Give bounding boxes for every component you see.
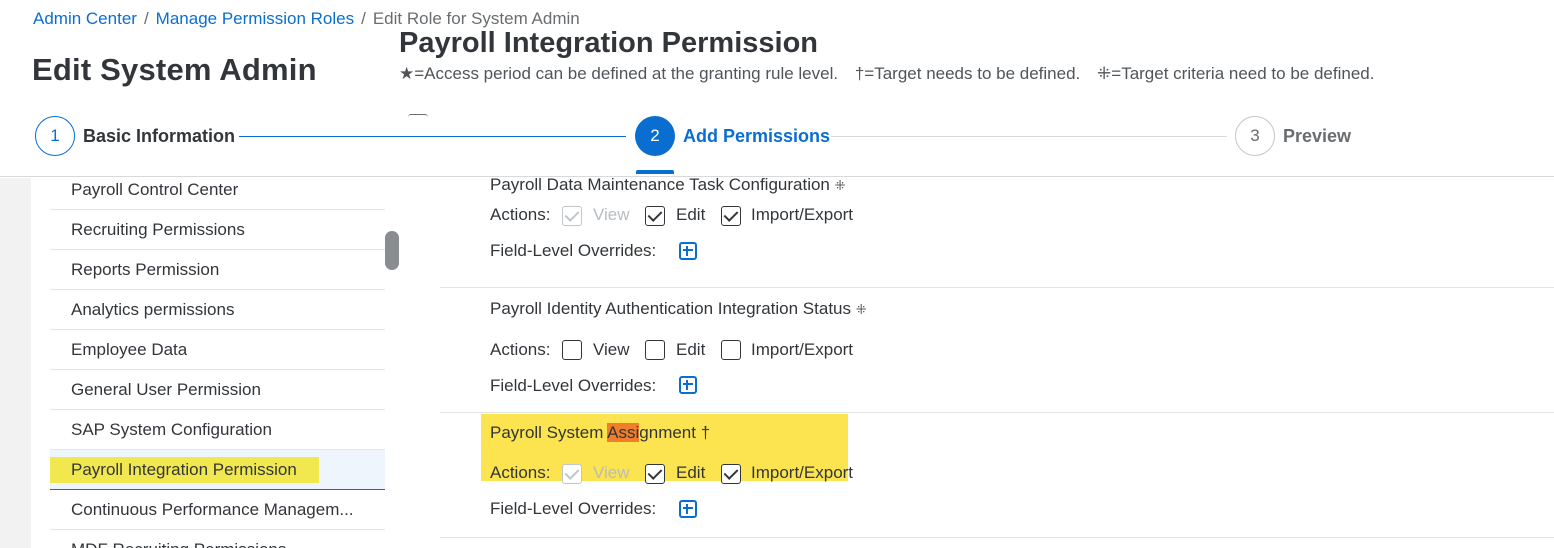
- permission-section-title: Payroll Integration Permission: [399, 27, 818, 59]
- sidebar-item-label: Employee Data: [71, 339, 188, 359]
- import-export-label: Import/Export: [751, 205, 854, 224]
- page-title: Edit System Admin: [32, 52, 317, 87]
- edit-label: Edit: [676, 463, 706, 482]
- legend-target-criteria: ⁜=Target criteria need to be defined.: [1097, 64, 1375, 83]
- permission-category-list: Payroll Control Center Recruiting Permis…: [50, 170, 385, 548]
- sidebar-item-label: Recruiting Permissions: [71, 219, 245, 239]
- permission-list: Payroll Data Maintenance Task Configurat…: [440, 178, 1554, 548]
- sidebar-item-label: Reports Permission: [71, 259, 220, 279]
- edit-checkbox[interactable]: [645, 206, 665, 226]
- permission-name: Payroll Data Maintenance Task Configurat…: [490, 178, 846, 194]
- add-override-button[interactable]: [679, 242, 697, 260]
- field-level-overrides-label: Field-Level Overrides:: [490, 241, 657, 260]
- breadcrumb-admin-center-link[interactable]: Admin Center: [33, 9, 137, 29]
- edit-label: Edit: [676, 205, 706, 224]
- sidebar-item-payroll-integration-permission[interactable]: Payroll Integration Permission: [50, 450, 385, 490]
- breadcrumb-current: Edit Role for System Admin: [372, 9, 580, 28]
- sidebar-item-general-user-permission[interactable]: General User Permission: [50, 370, 385, 410]
- sidebar-item-recruiting-permissions[interactable]: Recruiting Permissions: [50, 210, 385, 250]
- import-export-label: Import/Export: [751, 463, 854, 482]
- sidebar-item-employee-data[interactable]: Employee Data: [50, 330, 385, 370]
- view-checkbox[interactable]: [562, 206, 582, 226]
- view-label: View: [593, 340, 630, 359]
- sidebar-item-continuous-performance[interactable]: Continuous Performance Managem...: [50, 490, 385, 530]
- step-connector-1: [239, 136, 626, 137]
- breadcrumb-manage-permission-roles-link[interactable]: Manage Permission Roles: [156, 9, 354, 29]
- sidebar-item-label: Continuous Performance Managem...: [71, 499, 354, 519]
- sidebar-item-label: Payroll Control Center: [71, 179, 239, 199]
- permission-row: Payroll Data Maintenance Task Configurat…: [440, 178, 1554, 288]
- sidebar-item-label: SAP System Configuration: [71, 419, 272, 439]
- permission-row: Payroll System Assignment † Actions: Vie…: [440, 413, 1554, 538]
- permission-name: Payroll Identity Authentication Integrat…: [490, 299, 867, 318]
- sidebar-item-sap-system-configuration[interactable]: SAP System Configuration: [50, 410, 385, 450]
- legend-access-period: ★=Access period can be defined at the gr…: [399, 64, 839, 83]
- sidebar-item-payroll-control-center[interactable]: Payroll Control Center: [50, 170, 385, 210]
- sidebar-item-label: MDF Recruiting Permissions: [71, 540, 286, 548]
- search-match-highlight: Assi: [607, 423, 640, 442]
- actions-label: Actions:: [490, 205, 551, 224]
- step-1-label[interactable]: Basic Information: [83, 126, 235, 147]
- sidebar-item-mdf-recruiting-permissions[interactable]: MDF Recruiting Permissions: [50, 530, 385, 548]
- breadcrumb: Admin Center / Manage Permission Roles /…: [33, 9, 580, 29]
- actions-label: Actions:: [490, 340, 551, 359]
- import-export-checkbox[interactable]: [721, 464, 741, 484]
- view-label: View: [593, 463, 630, 482]
- import-export-checkbox[interactable]: [721, 206, 741, 226]
- left-gutter: [0, 178, 31, 548]
- field-level-overrides-label: Field-Level Overrides:: [490, 376, 657, 395]
- view-checkbox[interactable]: [562, 340, 582, 360]
- step-2-label[interactable]: Add Permissions: [683, 126, 830, 147]
- view-checkbox[interactable]: [562, 464, 582, 484]
- import-export-label: Import/Export: [751, 340, 854, 359]
- add-override-button[interactable]: [679, 500, 697, 518]
- legend-target-needed: †=Target needs to be defined.: [854, 64, 1081, 83]
- edit-checkbox[interactable]: [645, 340, 665, 360]
- edit-label: Edit: [676, 340, 706, 359]
- step-2-indicator[interactable]: 2: [635, 116, 675, 156]
- add-override-button[interactable]: [679, 376, 697, 394]
- edit-checkbox[interactable]: [645, 464, 665, 484]
- step-3-label[interactable]: Preview: [1283, 126, 1351, 147]
- partial-checkbox-icon: [408, 114, 428, 118]
- actions-label: Actions:: [490, 463, 551, 482]
- sidebar-item-analytics-permissions[interactable]: Analytics permissions: [50, 290, 385, 330]
- wizard-progress-bar: 1 Basic Information 2 Add Permissions 3 …: [0, 110, 1554, 177]
- sidebar-item-label: Analytics permissions: [71, 299, 235, 319]
- view-label: View: [593, 205, 630, 224]
- permission-name: Payroll System Assignment †: [490, 423, 711, 442]
- permission-row: Payroll Identity Authentication Integrat…: [440, 288, 1554, 413]
- breadcrumb-separator: /: [143, 9, 149, 28]
- permission-legend: ★=Access period can be defined at the gr…: [399, 64, 1374, 84]
- import-export-checkbox[interactable]: [721, 340, 741, 360]
- field-level-overrides-label: Field-Level Overrides:: [490, 499, 657, 518]
- sidebar-item-label: General User Permission: [71, 379, 261, 399]
- sidebar-item-label: Payroll Integration Permission: [50, 456, 319, 483]
- sidebar-scrollbar-thumb[interactable]: [385, 231, 399, 270]
- target-needed-mark: †: [700, 423, 711, 442]
- target-criteria-mark: ⁜: [834, 178, 846, 193]
- step-1-indicator[interactable]: 1: [35, 116, 75, 156]
- target-criteria-mark: ⁜: [855, 302, 867, 317]
- active-step-underline: [636, 170, 674, 174]
- step-3-indicator[interactable]: 3: [1235, 116, 1275, 156]
- step-connector-2: [831, 136, 1227, 137]
- sidebar-item-reports-permission[interactable]: Reports Permission: [50, 250, 385, 290]
- breadcrumb-separator: /: [361, 9, 366, 28]
